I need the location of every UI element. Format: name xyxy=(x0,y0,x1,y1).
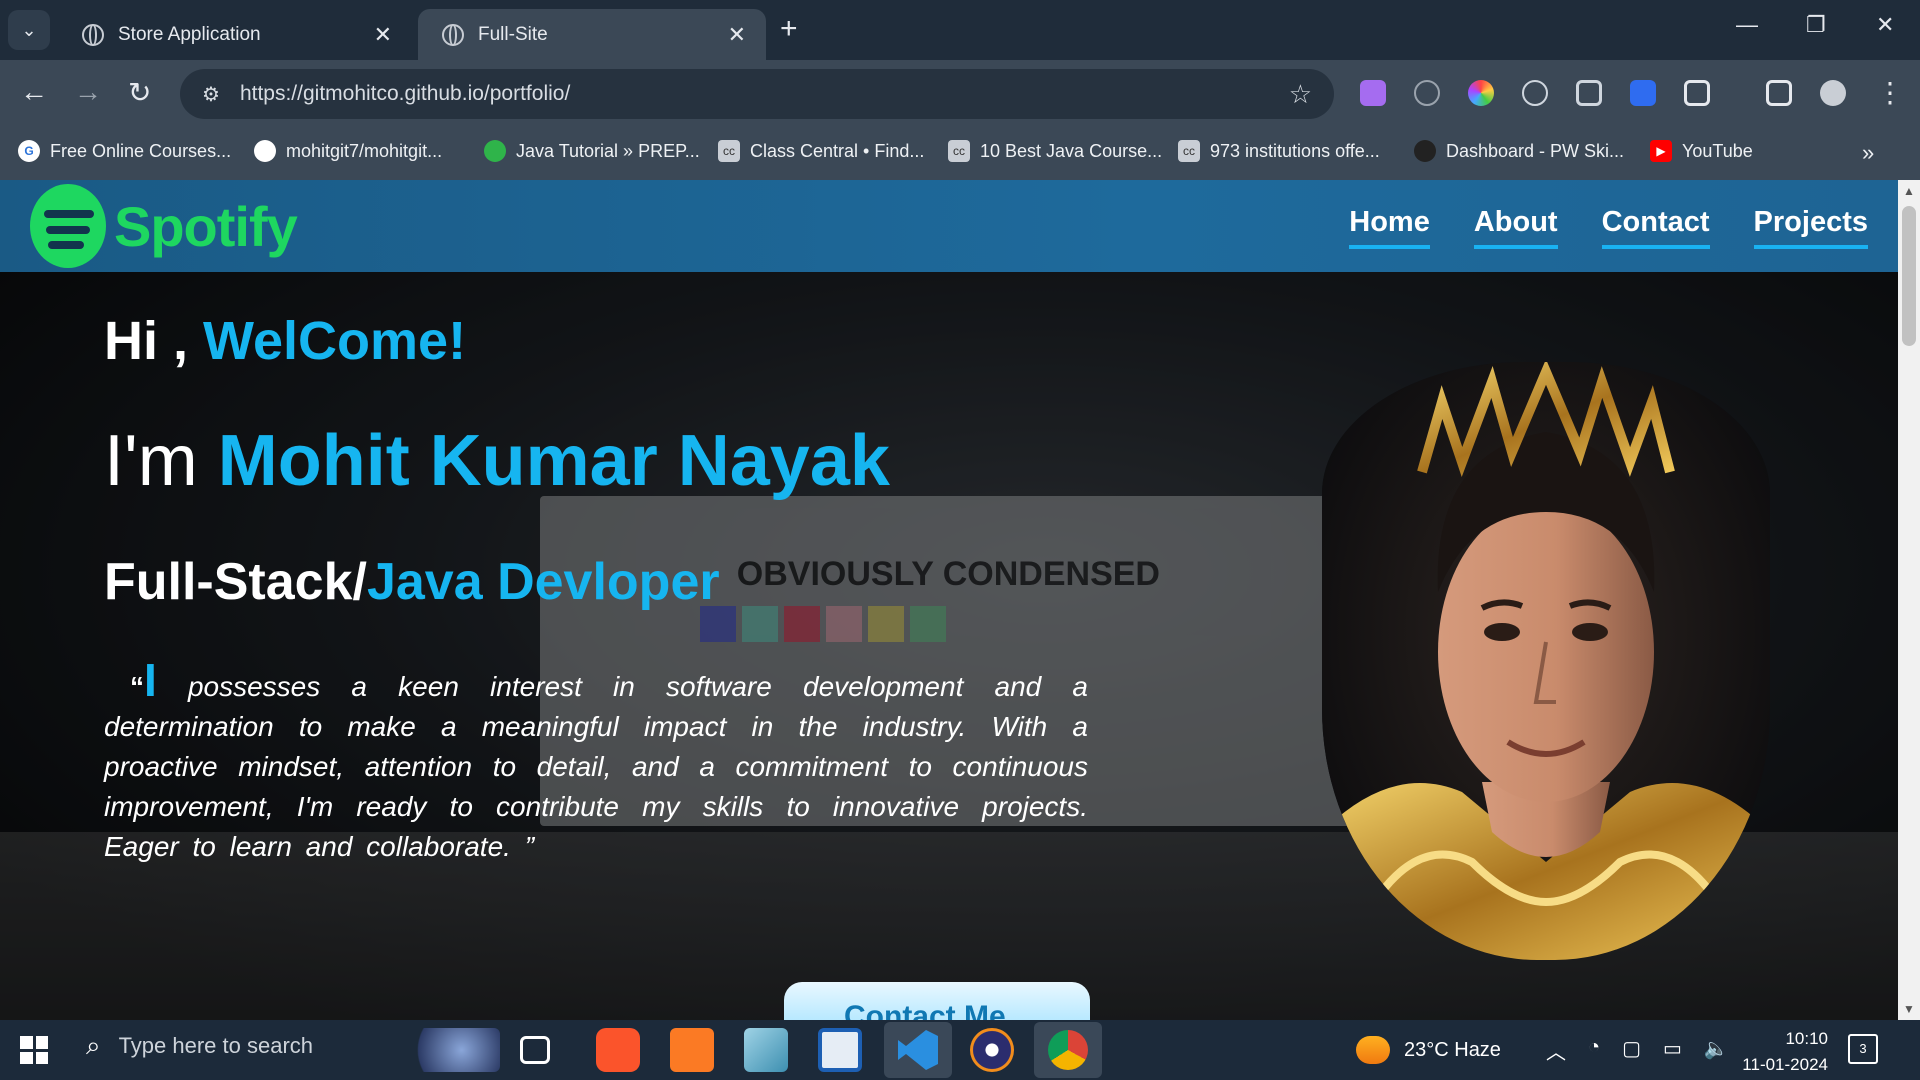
profile-avatar[interactable] xyxy=(1820,80,1846,106)
about-quote: “I possesses a keen interest in software… xyxy=(104,654,1088,862)
intro-heading: I'm Mohit Kumar Nayak xyxy=(104,421,890,501)
web-page: Spotify Home About Contact Projects OBVI… xyxy=(0,180,1898,1020)
windows-taskbar: ⌕ Type here to search 23°C Haze ︿ ◔ ▢ ▭ … xyxy=(0,1020,1920,1080)
spotify-icon xyxy=(30,184,106,268)
bookmark-item[interactable]: cc Class Central • Find... xyxy=(718,140,924,162)
brave-browser-icon[interactable] xyxy=(596,1028,640,1072)
site-nav: Home About Contact Projects xyxy=(1349,206,1868,249)
bookmarks-bar: G Free Online Courses... mohitgit7/mohitg… xyxy=(0,128,1920,180)
nav-home[interactable]: Home xyxy=(1349,206,1430,249)
profile-portrait xyxy=(1322,362,1770,960)
site-navbar: Spotify Home About Contact Projects xyxy=(0,180,1898,272)
role-heading: Full-Stack/Java Devloper xyxy=(104,553,720,611)
windows-start-icon[interactable] xyxy=(20,1036,48,1064)
portrait-illustration xyxy=(1322,362,1770,960)
greeting: Hi , WelCome! xyxy=(104,311,467,371)
eclipse-icon[interactable] xyxy=(970,1028,1014,1072)
browser-toolbar: ← → ↻ ⚙ https://gitmohitco.github.io/por… xyxy=(0,60,1920,128)
brand-name: Spotify xyxy=(114,194,298,258)
battery-icon[interactable]: ▭ xyxy=(1663,1036,1682,1065)
site-settings-icon[interactable]: ⚙ xyxy=(202,82,220,107)
scroll-down-icon[interactable]: ▼ xyxy=(1903,1002,1915,1016)
page-scrollbar[interactable]: ▲ ▼ xyxy=(1898,180,1920,1020)
hero-section: OBVIOUSLY CONDENSED Hi , WelCome! I'm Mo… xyxy=(0,272,1898,1020)
xampp-icon[interactable] xyxy=(670,1028,714,1072)
globe-icon xyxy=(442,23,464,46)
bookmark-item[interactable]: Dashboard - PW Ski... xyxy=(1414,140,1624,162)
side-panel-icon[interactable] xyxy=(1766,80,1792,106)
bookmark-item[interactable]: G Free Online Courses... xyxy=(18,140,231,162)
file-explorer-icon[interactable] xyxy=(818,1028,862,1072)
bookmark-star-icon[interactable]: ☆ xyxy=(1289,79,1312,110)
notification-icon[interactable]: 3 xyxy=(1848,1034,1878,1064)
taskbar-search[interactable]: ⌕ Type here to search xyxy=(86,1030,313,1062)
task-view-icon[interactable] xyxy=(520,1036,550,1064)
meet-now-icon[interactable]: ▢ xyxy=(1622,1036,1641,1065)
minimize-icon[interactable]: — xyxy=(1736,12,1758,38)
bookmark-item[interactable]: mohitgit7/mohitgit... xyxy=(254,140,442,162)
bookmark-item[interactable]: cc 973 institutions offe... xyxy=(1178,140,1380,162)
tab-store-application[interactable]: Store Application ✕ xyxy=(58,9,412,60)
back-icon[interactable]: ← xyxy=(20,76,48,108)
github-icon xyxy=(254,140,276,162)
weather-widget[interactable]: 23°C Haze xyxy=(1356,1036,1501,1064)
tab-search-button[interactable]: ⌄ xyxy=(8,10,50,50)
extension-icon[interactable] xyxy=(1576,80,1602,106)
bookmark-item[interactable]: ▶ YouTube xyxy=(1650,140,1753,162)
react-devtools-icon[interactable] xyxy=(1522,80,1548,106)
new-tab-button[interactable]: + xyxy=(780,12,798,46)
extensions-puzzle-icon[interactable] xyxy=(1684,80,1710,106)
globe-icon xyxy=(82,23,104,46)
spotify-logo[interactable]: Spotify xyxy=(30,184,298,268)
notepad-icon[interactable] xyxy=(744,1028,788,1072)
chrome-icon[interactable] xyxy=(1034,1022,1102,1078)
restore-icon[interactable]: ❐ xyxy=(1806,12,1826,38)
forward-icon[interactable]: → xyxy=(74,76,102,108)
tab-title: Full-Site xyxy=(478,23,548,45)
tab-full-site[interactable]: Full-Site ✕ xyxy=(418,9,766,60)
nav-contact[interactable]: Contact xyxy=(1601,206,1710,249)
contact-me-button[interactable]: Contact Me xyxy=(784,982,1090,1020)
close-icon[interactable]: ✕ xyxy=(728,22,746,48)
bookmark-item[interactable]: Java Tutorial » PREP... xyxy=(484,140,700,162)
chevron-up-icon[interactable]: ︿ xyxy=(1546,1036,1566,1065)
shield-extension-icon[interactable] xyxy=(1630,80,1656,106)
network-icon[interactable]: ◔ xyxy=(1588,1036,1600,1065)
tab-title: Store Application xyxy=(118,23,261,45)
close-window-icon[interactable]: ✕ xyxy=(1876,12,1894,38)
menu-icon[interactable]: ⋮ xyxy=(1876,76,1904,109)
address-bar[interactable]: ⚙ https://gitmohitco.github.io/portfolio… xyxy=(180,69,1334,119)
scroll-up-icon[interactable]: ▲ xyxy=(1903,184,1915,198)
person-name: Mohit Kumar Nayak xyxy=(217,421,890,501)
scrollbar-thumb[interactable] xyxy=(1902,206,1916,346)
nav-projects[interactable]: Projects xyxy=(1753,206,1868,249)
check-extension-icon[interactable] xyxy=(1414,80,1440,106)
color-picker-extension-icon[interactable] xyxy=(1468,80,1494,106)
search-icon: ⌕ xyxy=(86,1030,101,1060)
bookmark-item[interactable]: cc 10 Best Java Course... xyxy=(948,140,1162,162)
search-highlight-icon[interactable] xyxy=(404,1028,500,1072)
taskbar-clock[interactable]: 10:10 11-01-2024 xyxy=(1700,1026,1828,1078)
reload-icon[interactable]: ↻ xyxy=(128,76,151,109)
nav-about[interactable]: About xyxy=(1473,206,1558,249)
vscode-icon[interactable] xyxy=(884,1022,952,1078)
url-text[interactable]: https://gitmohitco.github.io/portfolio/ xyxy=(240,82,1289,106)
browser-tab-bar: ⌄ Store Application ✕ Full-Site ✕ + — ❐ … xyxy=(0,0,1920,60)
extension-icon[interactable] xyxy=(1360,80,1386,106)
more-bookmarks-icon[interactable]: » xyxy=(1862,140,1874,166)
close-icon[interactable]: ✕ xyxy=(374,22,392,48)
weather-icon xyxy=(1356,1036,1390,1064)
